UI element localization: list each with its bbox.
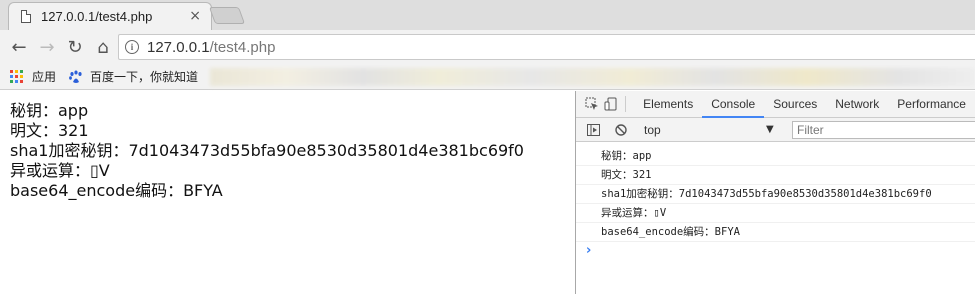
console-message: 秘钥：app: [576, 147, 975, 166]
toolbar-divider: [625, 96, 627, 112]
back-button[interactable]: ←: [6, 34, 32, 60]
home-button[interactable]: ⌂: [90, 34, 116, 60]
new-tab-button[interactable]: [208, 7, 246, 24]
bookmark-apps[interactable]: 应用: [32, 68, 56, 85]
url-host: 127.0.0.1: [147, 38, 210, 56]
blurred-bookmarks: [210, 68, 975, 86]
apps-icon[interactable]: [10, 70, 23, 83]
tab-elements[interactable]: Elements: [634, 91, 702, 118]
tab-console[interactable]: Console: [702, 91, 765, 118]
tab-network[interactable]: Network: [826, 91, 888, 118]
chevron-down-icon[interactable]: ▼: [766, 118, 774, 142]
browser-tab[interactable]: 127.0.0.1/test4.php ×: [8, 2, 212, 30]
console-prompt[interactable]: ›: [576, 242, 975, 260]
tab-performance[interactable]: Performance: [888, 91, 975, 118]
output-base64: base64_encode编码：BFYA: [10, 181, 223, 200]
browser-toolbar: ← → ↻ ⌂ i 127.0.0.1/test4.php: [0, 30, 975, 64]
context-select[interactable]: top: [644, 118, 786, 142]
console-message: base64_encode编码：BFYA: [576, 223, 975, 242]
console-output: 秘钥：app 明文：321 sha1加密秘钥：7d1043473d55bfa90…: [576, 142, 975, 260]
device-toolbar-icon[interactable]: [602, 93, 622, 115]
output-xor: 异或运算：▯V: [10, 161, 110, 180]
devtools-tabbar: Elements Console Sources Network Perform…: [576, 91, 975, 118]
console-message: 异或运算：▯V: [576, 204, 975, 223]
forward-button[interactable]: →: [34, 34, 60, 60]
site-info-icon[interactable]: i: [125, 40, 139, 54]
reload-button[interactable]: ↻: [62, 34, 88, 60]
output-sha1-key: sha1加密秘钥：7d1043473d55bfa90e8530d35801d4e…: [10, 141, 524, 160]
url-path: /test4.php: [209, 38, 276, 56]
tab-sources[interactable]: Sources: [764, 91, 826, 118]
filter-input[interactable]: Filter: [792, 121, 975, 139]
close-tab-icon[interactable]: ×: [189, 8, 201, 24]
clear-console-icon[interactable]: [610, 119, 632, 141]
console-message: 明文：321: [576, 166, 975, 185]
output-plaintext: 明文：321: [10, 121, 89, 140]
address-bar[interactable]: i 127.0.0.1/test4.php: [118, 34, 975, 60]
tab-strip: 127.0.0.1/test4.php ×: [0, 0, 975, 30]
bookmarks-bar: 应用 百度一下，你就知道: [0, 64, 975, 90]
sidebar-toggle-icon[interactable]: [582, 119, 604, 141]
url-text: 127.0.0.1/test4.php: [147, 39, 275, 56]
page-content: 秘钥：app 明文：321 sha1加密秘钥：7d1043473d55bfa90…: [0, 91, 575, 294]
output-key: 秘钥：app: [10, 101, 89, 120]
console-message: sha1加密秘钥：7d1043473d55bfa90e8530d35801d4e…: [576, 185, 975, 204]
inspect-element-icon[interactable]: [582, 93, 602, 115]
tab-title: 127.0.0.1/test4.php: [41, 9, 153, 24]
baidu-paw-icon: [69, 70, 82, 83]
console-toolbar: top ▼ Filter: [576, 118, 975, 142]
document-icon: [21, 10, 31, 23]
devtools-panel: Elements Console Sources Network Perform…: [575, 91, 975, 294]
bookmark-baidu[interactable]: 百度一下，你就知道: [90, 68, 198, 85]
